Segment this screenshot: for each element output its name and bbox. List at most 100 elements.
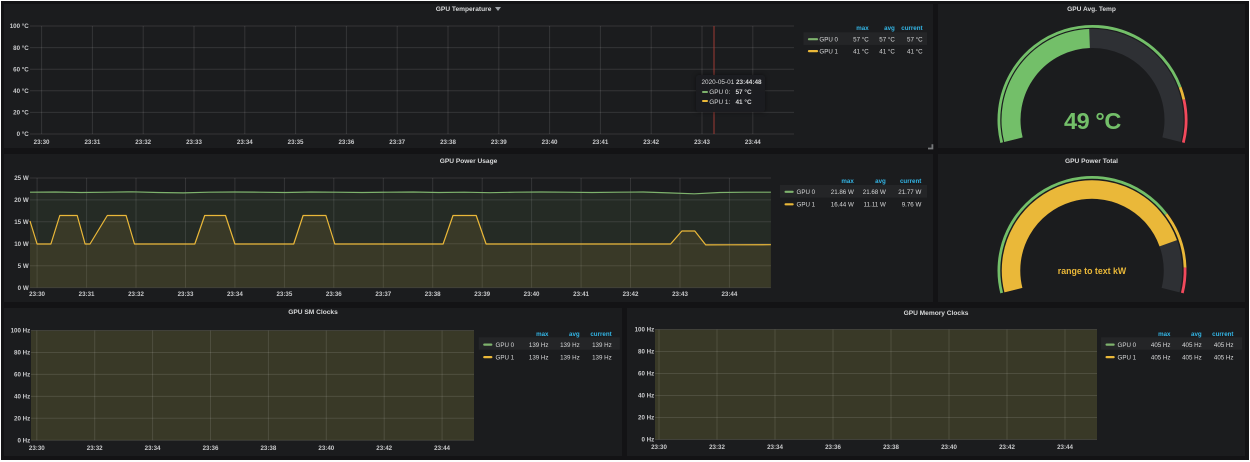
svg-text:23:33: 23:33 xyxy=(178,291,194,298)
svg-text:23:34: 23:34 xyxy=(227,291,243,298)
svg-text:23:35: 23:35 xyxy=(276,291,292,298)
svg-text:0 W: 0 W xyxy=(18,285,29,292)
svg-text:GPU 1: GPU 1 xyxy=(1118,354,1137,361)
svg-text:60 Hz: 60 Hz xyxy=(638,371,654,378)
svg-text:23:32: 23:32 xyxy=(87,445,103,452)
svg-text:21.86 W: 21.86 W xyxy=(831,189,854,196)
svg-text:57 °C: 57 °C xyxy=(853,36,869,43)
svg-text:GPU 0: GPU 0 xyxy=(819,36,838,43)
svg-text:23:32: 23:32 xyxy=(128,291,144,298)
svg-text:5 W: 5 W xyxy=(18,263,29,270)
svg-text:23:44: 23:44 xyxy=(1057,444,1073,451)
svg-text:23:38: 23:38 xyxy=(425,291,441,298)
svg-text:GPU 1: GPU 1 xyxy=(819,48,838,55)
svg-text:GPU 1: GPU 1 xyxy=(496,354,515,361)
svg-text:100 Hz: 100 Hz xyxy=(635,327,655,334)
svg-text:23:30: 23:30 xyxy=(29,291,45,298)
svg-text:GPU 0: GPU 0 xyxy=(496,342,515,349)
svg-text:avg: avg xyxy=(884,25,895,32)
svg-text:100 Hz: 100 Hz xyxy=(11,328,31,335)
svg-text:23:34: 23:34 xyxy=(767,444,783,451)
svg-text:23:36: 23:36 xyxy=(338,139,354,146)
svg-text:current: current xyxy=(590,331,611,338)
svg-text:41 °C: 41 °C xyxy=(907,48,923,55)
svg-text:405 Hz: 405 Hz xyxy=(1214,342,1234,349)
svg-text:21.68 W: 21.68 W xyxy=(863,189,886,196)
svg-text:100 °C: 100 °C xyxy=(10,23,30,30)
svg-text:139 Hz: 139 Hz xyxy=(529,354,549,361)
svg-text:23:36: 23:36 xyxy=(326,291,342,298)
svg-text:current: current xyxy=(901,25,922,32)
svg-text:23:31: 23:31 xyxy=(79,291,95,298)
svg-text:49 °C: 49 °C xyxy=(1064,108,1121,134)
svg-text:23:36: 23:36 xyxy=(825,444,841,451)
svg-text:23:42: 23:42 xyxy=(643,139,659,146)
svg-text:40 Hz: 40 Hz xyxy=(638,393,654,400)
svg-text:23:34: 23:34 xyxy=(237,139,253,146)
svg-text:max: max xyxy=(1158,331,1171,338)
svg-text:23:40: 23:40 xyxy=(524,291,540,298)
svg-text:40 °C: 40 °C xyxy=(13,88,29,95)
svg-text:405 Hz: 405 Hz xyxy=(1214,354,1234,361)
svg-text:9.76 W: 9.76 W xyxy=(902,202,922,209)
svg-text:max: max xyxy=(841,178,854,185)
svg-text:23:40: 23:40 xyxy=(318,445,334,452)
svg-text:23:42: 23:42 xyxy=(623,291,639,298)
svg-text:23:35: 23:35 xyxy=(288,139,304,146)
svg-text:23:44: 23:44 xyxy=(434,445,450,452)
svg-text:57 °C: 57 °C xyxy=(879,36,895,43)
svg-text:23:40: 23:40 xyxy=(941,444,957,451)
svg-text:max: max xyxy=(536,331,549,338)
svg-text:23:31: 23:31 xyxy=(84,139,100,146)
svg-text:23:38: 23:38 xyxy=(260,445,276,452)
svg-text:23:44: 23:44 xyxy=(721,291,737,298)
svg-text:139 Hz: 139 Hz xyxy=(529,342,549,349)
svg-text:80 Hz: 80 Hz xyxy=(14,350,30,357)
svg-text:0 Hz: 0 Hz xyxy=(17,438,30,445)
svg-text:GPU 1: GPU 1 xyxy=(797,202,816,209)
svg-text:25 W: 25 W xyxy=(14,175,29,182)
svg-text:41 °C: 41 °C xyxy=(879,48,895,55)
svg-text:23:38: 23:38 xyxy=(440,139,456,146)
svg-text:23:37: 23:37 xyxy=(389,139,405,146)
svg-text:20 °C: 20 °C xyxy=(13,110,29,117)
svg-text:23:34: 23:34 xyxy=(145,445,161,452)
svg-text:23:36: 23:36 xyxy=(203,445,219,452)
svg-text:10 W: 10 W xyxy=(14,241,29,248)
svg-text:41 °C: 41 °C xyxy=(853,48,869,55)
svg-text:0 Hz: 0 Hz xyxy=(641,437,654,444)
svg-text:23:39: 23:39 xyxy=(491,139,507,146)
svg-text:20 Hz: 20 Hz xyxy=(638,415,654,422)
svg-text:139 Hz: 139 Hz xyxy=(560,354,580,361)
svg-text:40 Hz: 40 Hz xyxy=(14,394,30,401)
svg-text:405 Hz: 405 Hz xyxy=(1151,342,1171,349)
svg-text:23:40: 23:40 xyxy=(542,139,558,146)
svg-text:57 °C: 57 °C xyxy=(907,36,923,43)
svg-text:11.11 W: 11.11 W xyxy=(864,202,886,209)
svg-text:23:44: 23:44 xyxy=(745,139,761,146)
svg-text:GPU 0: GPU 0 xyxy=(797,189,816,196)
svg-text:80 Hz: 80 Hz xyxy=(638,349,654,356)
svg-text:23:42: 23:42 xyxy=(999,444,1015,451)
svg-text:23:32: 23:32 xyxy=(135,139,151,146)
svg-text:23:38: 23:38 xyxy=(883,444,899,451)
svg-text:60 Hz: 60 Hz xyxy=(14,372,30,379)
svg-text:avg: avg xyxy=(569,331,580,338)
svg-text:23:39: 23:39 xyxy=(474,291,490,298)
svg-text:23:42: 23:42 xyxy=(376,445,392,452)
svg-text:0 °C: 0 °C xyxy=(17,131,30,138)
svg-text:23:33: 23:33 xyxy=(186,139,202,146)
svg-text:139 Hz: 139 Hz xyxy=(592,354,612,361)
svg-text:16.44 W: 16.44 W xyxy=(831,202,854,209)
svg-text:23:37: 23:37 xyxy=(375,291,391,298)
svg-text:23:43: 23:43 xyxy=(672,291,688,298)
svg-text:avg: avg xyxy=(1191,331,1202,338)
svg-text:405 Hz: 405 Hz xyxy=(1151,354,1171,361)
svg-text:23:43: 23:43 xyxy=(694,139,710,146)
svg-text:range to text kW: range to text kW xyxy=(1058,266,1127,276)
svg-text:current: current xyxy=(900,178,921,185)
svg-text:current: current xyxy=(1212,331,1233,338)
svg-text:60 °C: 60 °C xyxy=(13,66,29,73)
svg-text:20 Hz: 20 Hz xyxy=(14,416,30,423)
svg-text:23:30: 23:30 xyxy=(34,139,50,146)
